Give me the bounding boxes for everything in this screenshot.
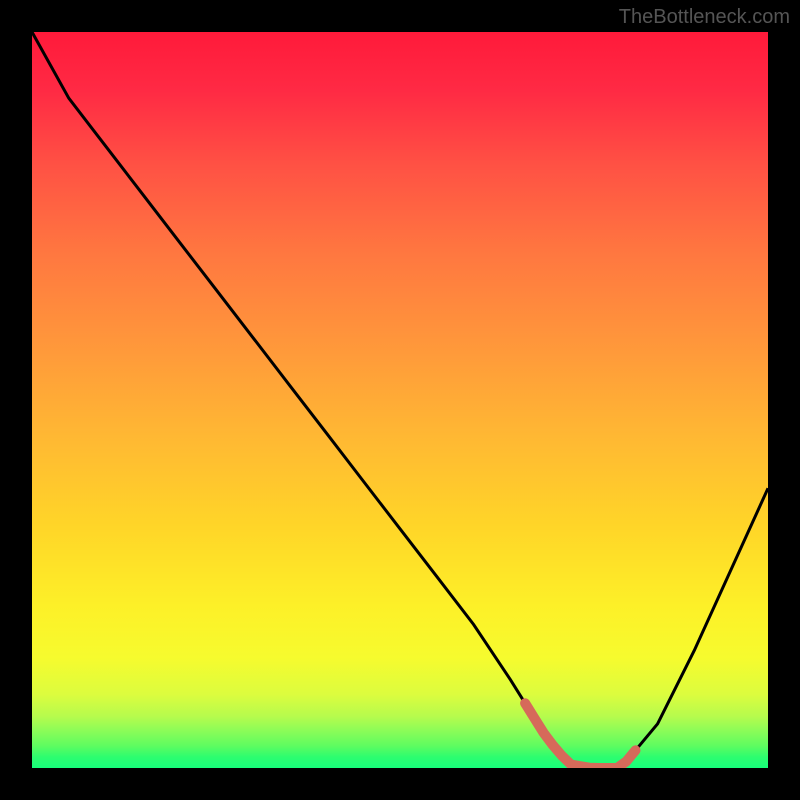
chart-svg [32, 32, 768, 768]
chart-plot-area [32, 32, 768, 768]
highlight-segment [525, 703, 635, 768]
bottleneck-curve [32, 32, 768, 768]
attribution-text: TheBottleneck.com [619, 6, 790, 29]
